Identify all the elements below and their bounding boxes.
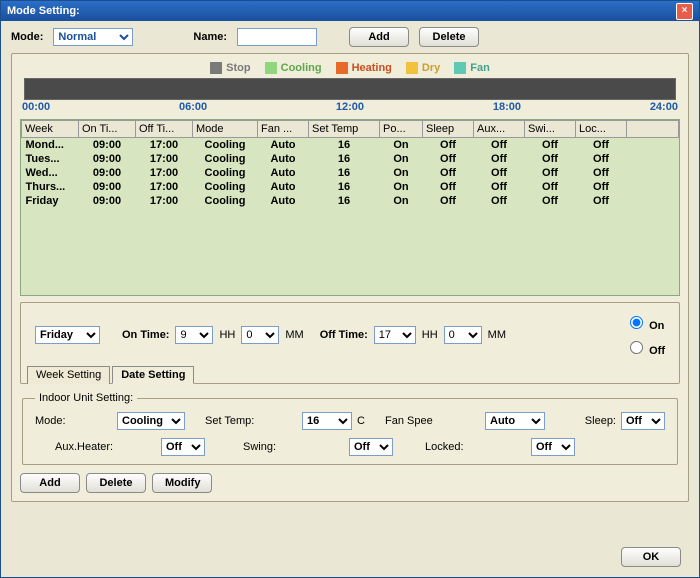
day-select[interactable]: Friday xyxy=(35,326,100,344)
indoor-legend: Indoor Unit Setting: xyxy=(35,392,137,404)
col-header[interactable]: Set Temp xyxy=(309,121,380,138)
hh-label-2: HH xyxy=(422,329,438,341)
iu-aux-label: Aux.Heater: xyxy=(55,441,113,453)
add-button[interactable]: Add xyxy=(20,473,80,493)
delete-button[interactable]: Delete xyxy=(86,473,146,493)
tick-label: 24:00 xyxy=(650,101,678,113)
delete-top-button[interactable]: Delete xyxy=(419,27,479,47)
close-icon[interactable]: × xyxy=(676,3,693,20)
iu-temp-select[interactable]: 16 xyxy=(302,412,352,430)
col-header[interactable]: On Ti... xyxy=(79,121,136,138)
modify-button[interactable]: Modify xyxy=(152,473,212,493)
name-label: Name: xyxy=(193,31,227,43)
schedule-table[interactable]: WeekOn Ti...Off Ti...ModeFan ...Set Temp… xyxy=(20,119,680,296)
col-header[interactable]: Sleep xyxy=(423,121,474,138)
ontime-label: On Time: xyxy=(122,329,169,341)
tick-label: 00:00 xyxy=(22,101,50,113)
offtime-label: Off Time: xyxy=(320,329,368,341)
hh-label-1: HH xyxy=(219,329,235,341)
legend-dry: Dry xyxy=(422,62,440,74)
col-header[interactable]: Swi... xyxy=(525,121,576,138)
mm-label-2: MM xyxy=(488,329,506,341)
table-row[interactable]: Friday09:0017:00CoolingAuto16OnOffOffOff… xyxy=(22,194,679,208)
iu-swing-select[interactable]: Off xyxy=(349,438,393,456)
tick-label: 06:00 xyxy=(179,101,207,113)
radio-on[interactable]: On xyxy=(625,313,665,332)
temp-unit: C xyxy=(357,415,365,427)
col-header[interactable]: Off Ti... xyxy=(136,121,193,138)
col-header[interactable]: Po... xyxy=(380,121,423,138)
stop-swatch xyxy=(210,62,222,74)
indoor-unit-fieldset: Indoor Unit Setting: Mode: Cooling Set Te… xyxy=(22,392,678,465)
legend-heating: Heating xyxy=(352,62,392,74)
heating-swatch xyxy=(336,62,348,74)
iu-locked-select[interactable]: Off xyxy=(531,438,575,456)
legend-cooling: Cooling xyxy=(281,62,322,74)
ok-button[interactable]: OK xyxy=(621,547,681,567)
iu-swing-label: Swing: xyxy=(243,441,276,453)
col-header[interactable]: Week xyxy=(22,121,79,138)
mode-select[interactable]: Normal xyxy=(53,28,133,46)
iu-fan-select[interactable]: Auto xyxy=(485,412,545,430)
tick-label: 12:00 xyxy=(336,101,364,113)
cooling-swatch xyxy=(265,62,277,74)
off-hour-select[interactable]: 17 xyxy=(374,326,416,344)
col-header[interactable]: Loc... xyxy=(576,121,627,138)
radio-off[interactable]: Off xyxy=(625,338,665,357)
iu-mode-select[interactable]: Cooling xyxy=(117,412,185,430)
tick-label: 18:00 xyxy=(493,101,521,113)
table-row[interactable]: Wed...09:0017:00CoolingAuto16OnOffOffOff… xyxy=(22,166,679,180)
fan-swatch xyxy=(454,62,466,74)
iu-sleep-select[interactable]: Off xyxy=(621,412,665,430)
iu-fan-label: Fan Spee xyxy=(385,415,433,427)
on-min-select[interactable]: 0 xyxy=(241,326,279,344)
table-row[interactable]: Thurs...09:0017:00CoolingAuto16OnOffOffO… xyxy=(22,180,679,194)
name-input[interactable] xyxy=(237,28,317,46)
legend-fan: Fan xyxy=(470,62,490,74)
add-top-button[interactable]: Add xyxy=(349,27,409,47)
col-header[interactable]: Aux... xyxy=(474,121,525,138)
mode-label: Mode: xyxy=(11,31,43,43)
mm-label-1: MM xyxy=(285,329,303,341)
legend-stop: Stop xyxy=(226,62,250,74)
window-title: Mode Setting: xyxy=(7,1,80,21)
tab-week-setting[interactable]: Week Setting xyxy=(27,366,110,384)
iu-mode-label: Mode: xyxy=(35,415,66,427)
timeline-bar xyxy=(24,78,676,100)
iu-sleep-label: Sleep: xyxy=(585,415,616,427)
table-row[interactable]: Mond...09:0017:00CoolingAuto16OnOffOffOf… xyxy=(22,138,679,153)
iu-aux-select[interactable]: Off xyxy=(161,438,205,456)
on-hour-select[interactable]: 9 xyxy=(175,326,213,344)
iu-locked-label: Locked: xyxy=(425,441,464,453)
off-min-select[interactable]: 0 xyxy=(444,326,482,344)
col-header[interactable]: Mode xyxy=(193,121,258,138)
iu-temp-label: Set Temp: xyxy=(205,415,254,427)
table-row[interactable]: Tues...09:0017:00CoolingAuto16OnOffOffOf… xyxy=(22,152,679,166)
dry-swatch xyxy=(406,62,418,74)
col-header[interactable]: Fan ... xyxy=(258,121,309,138)
tab-date-setting[interactable]: Date Setting xyxy=(112,366,194,384)
